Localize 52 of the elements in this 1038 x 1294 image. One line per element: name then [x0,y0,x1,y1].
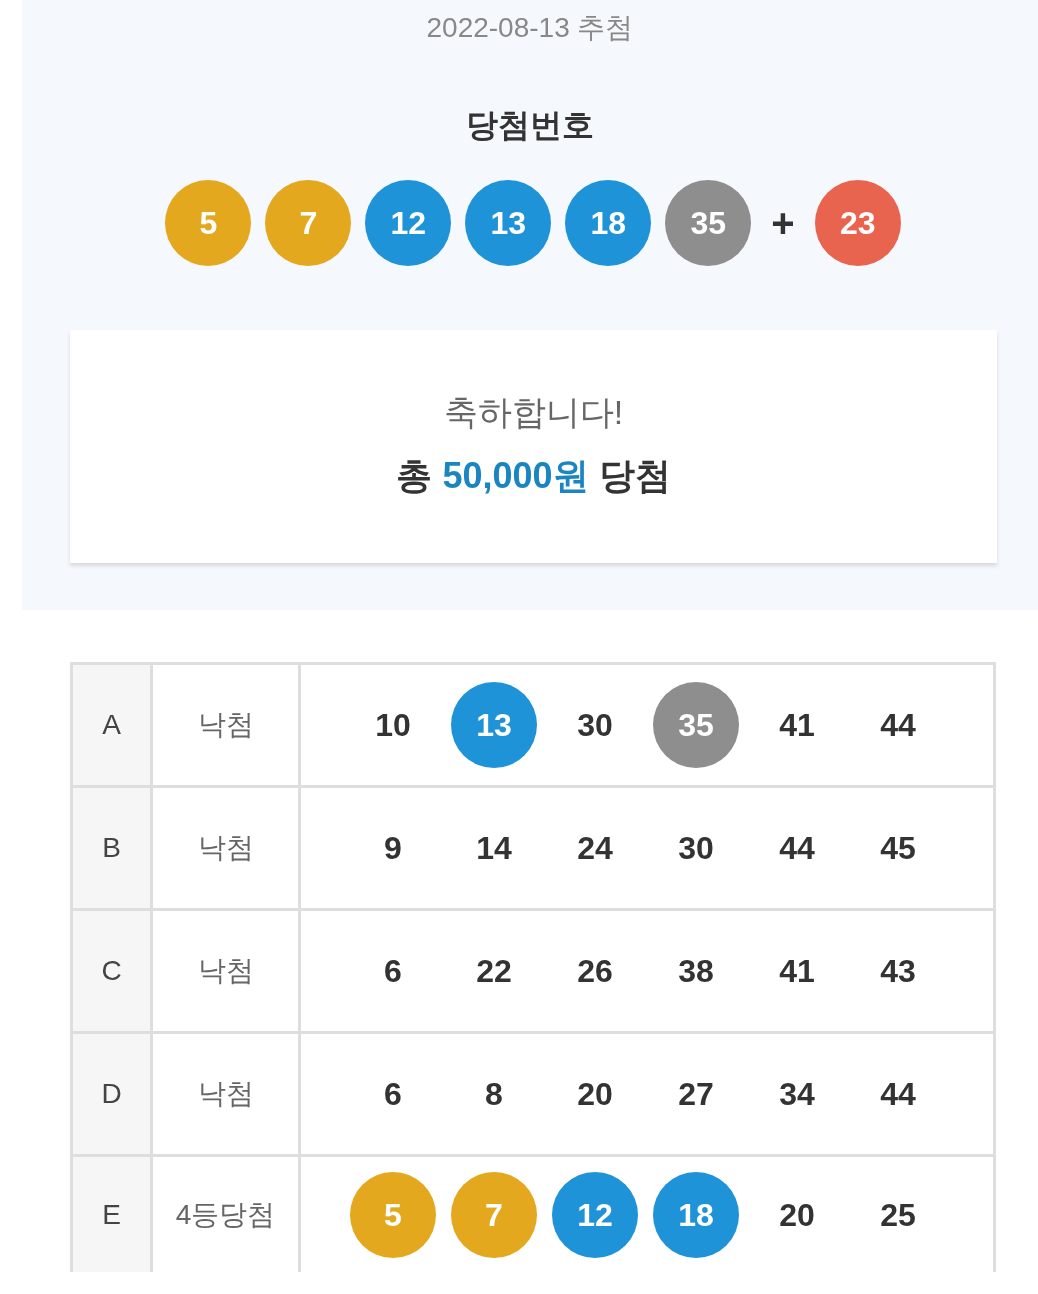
ticket-number: 38 [678,955,714,987]
ticket-number: 9 [384,832,402,864]
plus-sign: + [771,203,795,243]
ticket-number: 20 [577,1078,613,1110]
ticket-number: 25 [880,1198,916,1231]
matched-number-ball: 13 [451,682,537,768]
ticket-label-cell: D [73,1034,153,1154]
ticket-number: 34 [779,1078,815,1110]
ticket-result-cell: 낙첨 [153,1034,301,1154]
number-ball: 35 [665,180,752,266]
ticket-number: 20 [779,1198,815,1231]
ticket-result-cell: 낙첨 [153,665,301,785]
prize-total-text: 총 50,000원 당첨 [395,454,672,498]
ticket-number: 44 [779,832,815,864]
ticket-number: 27 [678,1078,714,1110]
ticket-number: 45 [880,832,916,864]
ticket-number: 44 [880,1078,916,1110]
ticket-result-cell: 낙첨 [153,911,301,1031]
ticket-number: 44 [880,709,916,741]
matched-number-ball: 35 [653,682,739,768]
ticket-number: 6 [384,1078,402,1110]
ticket-number: 43 [880,955,916,987]
ticket-number: 24 [577,832,613,864]
number-ball: 5 [165,180,252,266]
matched-number-ball: 5 [350,1171,436,1258]
ticket-number: 30 [678,832,714,864]
number-ball: 13 [465,180,552,266]
ticket-result-cell: 4등당첨 [153,1157,301,1272]
ticket-label-cell: E [73,1157,153,1272]
section-title: 당첨번호 [465,106,595,145]
draw-date-text: 2022-08-13 추첨 [425,11,635,45]
ticket-number: 8 [485,1078,503,1110]
matched-number-ball: 18 [653,1171,739,1258]
ticket-number: 6 [384,955,402,987]
ticket-label-cell: C [73,911,153,1031]
ticket-number: 41 [779,955,815,987]
number-ball: 12 [365,180,452,266]
number-ball: 18 [565,180,652,266]
ticket-number: 10 [375,709,411,741]
matched-number-ball: 7 [451,1171,537,1258]
ticket-number: 22 [476,955,512,987]
congratulations-text: 축하합니다! [442,392,625,433]
ticket-label-cell: B [73,788,153,908]
matched-number-ball: 12 [552,1171,638,1258]
bonus-number-ball: 23 [814,180,901,266]
ticket-number: 14 [476,832,512,864]
ticket-number: 26 [577,955,613,987]
ticket-result-cell: 낙첨 [153,788,301,908]
number-ball: 7 [265,180,352,266]
ticket-number: 30 [577,709,613,741]
ticket-label-cell: A [73,665,153,785]
ticket-number: 41 [779,709,815,741]
